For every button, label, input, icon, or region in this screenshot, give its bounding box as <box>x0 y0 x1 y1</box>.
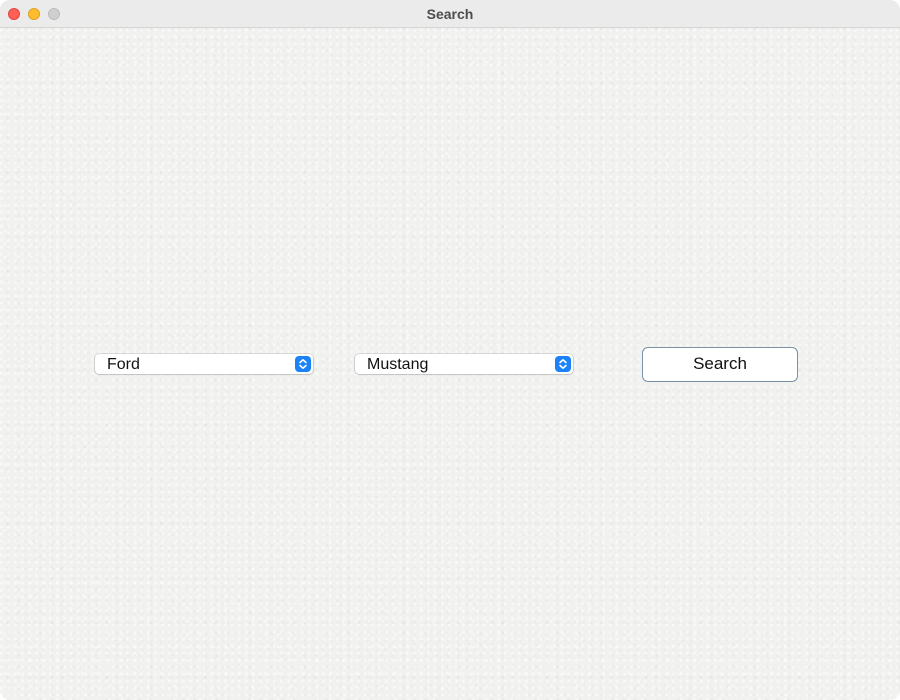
app-window: Search Ford Mustang Search <box>0 0 900 700</box>
model-select-value: Mustang <box>367 356 429 373</box>
make-select[interactable]: Ford <box>95 354 313 374</box>
title-bar: Search <box>0 0 900 28</box>
search-button[interactable]: Search <box>642 347 798 382</box>
window-title: Search <box>426 6 474 22</box>
chevron-up-down-icon <box>295 356 311 372</box>
model-select[interactable]: Mustang <box>355 354 573 374</box>
chevron-up-down-icon <box>555 356 571 372</box>
make-select-value: Ford <box>107 356 140 373</box>
